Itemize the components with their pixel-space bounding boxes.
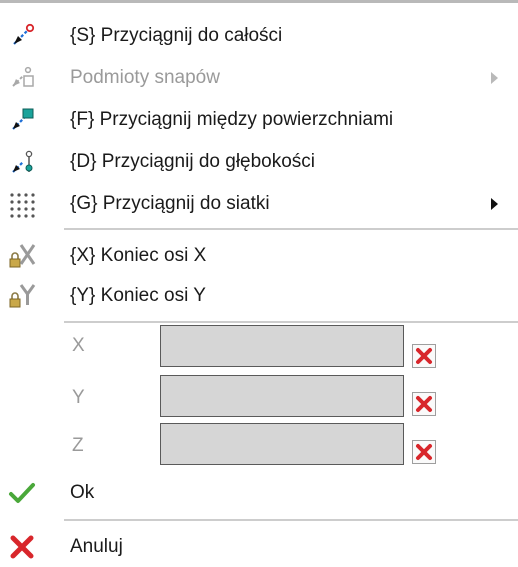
clear-x-button[interactable] [412, 344, 436, 368]
menu-item-snap-depth[interactable]: {D} Przyciągnij do głębokości [0, 142, 518, 182]
snap-depth-icon [8, 148, 36, 176]
lock-x-icon [8, 242, 36, 270]
snap-whole-icon [8, 22, 36, 50]
field-label-y: Y [72, 387, 85, 408]
ok-label: Ok [70, 482, 95, 503]
menu-item-label: {D} Przyciągnij do głębokości [70, 151, 316, 172]
clear-icon [416, 396, 432, 412]
cancel-label: Anuluj [70, 536, 123, 557]
menu-item-snap-whole[interactable]: {S} Przyciągnij do całości [0, 16, 518, 56]
menu-separator [64, 228, 518, 230]
lock-y-icon [8, 282, 36, 310]
menu-item-snap-between-surfaces[interactable]: {F} Przyciągnij między powierzchniami [0, 100, 518, 140]
field-label-z: Z [72, 435, 84, 456]
menu-item-label: {X} Koniec osi X [70, 245, 207, 266]
submenu-arrow-icon [491, 72, 498, 84]
menu-separator [64, 519, 518, 521]
menu-item-snap-grid[interactable]: {G} Przyciągnij do siatki [0, 184, 518, 224]
snap-between-surfaces-icon [8, 106, 36, 134]
menu-item-label: {Y} Koniec osi Y [70, 285, 206, 306]
cancel-x-icon [8, 533, 36, 561]
cancel-button[interactable]: Anuluj [0, 527, 518, 567]
snap-subjects-icon [8, 64, 36, 92]
clear-z-button[interactable] [412, 440, 436, 464]
field-label-x: X [72, 335, 85, 356]
ok-button[interactable]: Ok [0, 473, 518, 513]
snap-grid-icon [8, 190, 36, 218]
y-coordinate-field[interactable] [160, 375, 404, 417]
menu-item-label: {G} Przyciągnij do siatki [70, 193, 270, 214]
submenu-arrow-icon [491, 198, 498, 210]
menu-separator [64, 321, 518, 323]
x-coordinate-field[interactable] [160, 325, 404, 367]
clear-icon [416, 444, 432, 460]
context-menu: {S} Przyciągnij do całości Podmioty snap… [0, 0, 518, 565]
z-coordinate-field[interactable] [160, 423, 404, 465]
menu-item-end-axis-x[interactable]: {X} Koniec osi X [0, 236, 518, 276]
menu-item-label: Podmioty snapów [70, 67, 220, 88]
menu-item-snap-subjects[interactable]: Podmioty snapów [0, 58, 518, 98]
menu-item-label: {F} Przyciągnij między powierzchniami [70, 109, 394, 130]
clear-y-button[interactable] [412, 392, 436, 416]
menu-item-label: {S} Przyciągnij do całości [70, 25, 283, 46]
checkmark-icon [8, 479, 36, 507]
menu-item-end-axis-y[interactable]: {Y} Koniec osi Y [0, 276, 518, 316]
clear-icon [416, 348, 432, 364]
